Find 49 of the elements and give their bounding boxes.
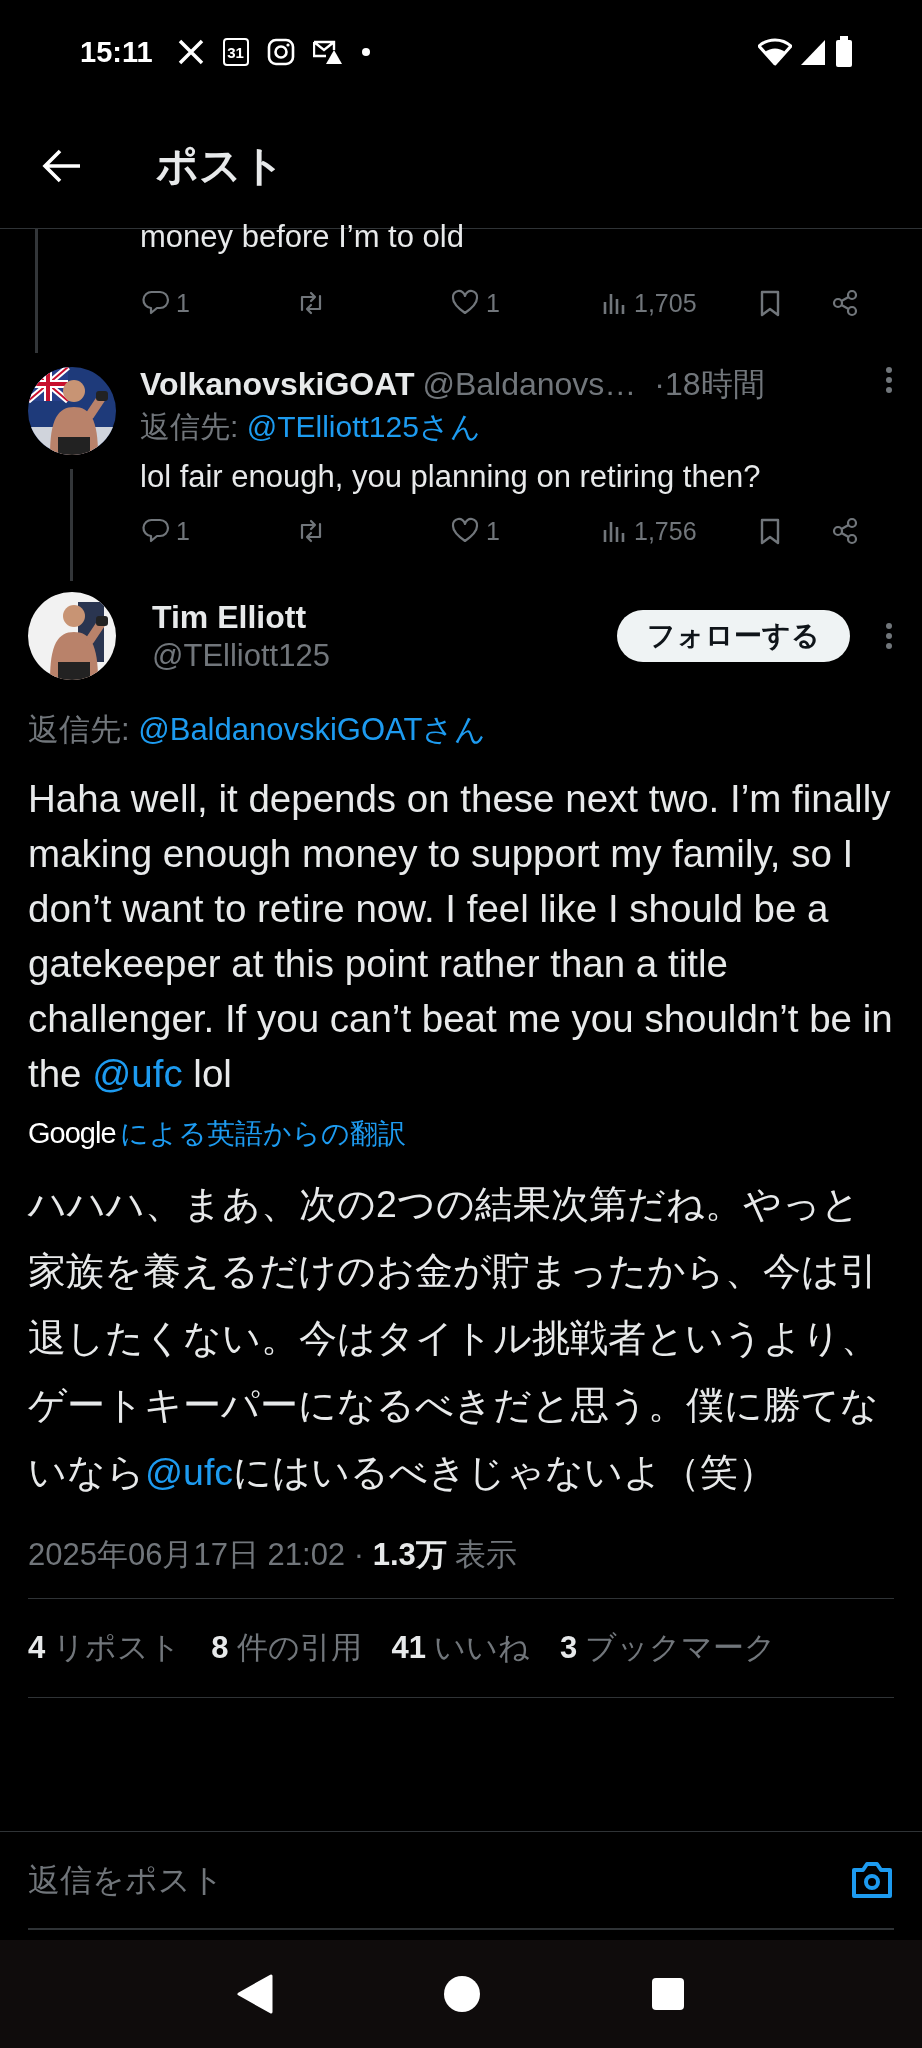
post-time: ·18時間 [654, 365, 765, 404]
calendar-icon: 31 [222, 38, 249, 66]
post-text: Haha well, it depends on these next two. I’m finally making enough money to support my family, so I don’t want to retire now. I feel like I should be a gatekeeper at this point rather than a title challenger. If you can’t beat me you shouldn’t be in the @ufc lol [28, 776, 894, 1097]
mention-link[interactable]: @ufc [92, 1052, 183, 1095]
google-logo: Google [28, 1117, 116, 1150]
post-text: lol fair enough, you planning on retiring then? [140, 458, 762, 496]
stat-link[interactable]: 3 ブックマーク [560, 1627, 777, 1669]
stat-link[interactable]: 8 件の引用 [211, 1627, 362, 1669]
author-handle: @Baldanovs… [422, 366, 637, 403]
reply-count: 1 [176, 288, 190, 318]
more-icon[interactable] [884, 365, 894, 395]
reply-input[interactable]: 返信をポスト [28, 1861, 850, 1899]
author-name[interactable]: VolkanovskiGOAT [140, 366, 415, 403]
share-icon[interactable] [830, 516, 860, 546]
view-count: 1,705 [634, 288, 697, 318]
mention-link[interactable]: @ufc [145, 1451, 234, 1493]
wifi-icon [758, 38, 792, 66]
x-logo-icon [176, 38, 205, 66]
follow-button[interactable]: フォローする [617, 610, 850, 662]
translation-link[interactable]: による英語からの翻訳 [119, 1115, 406, 1153]
camera-icon[interactable] [850, 1860, 894, 1900]
battery-icon [834, 36, 854, 68]
like-count: 1 [486, 288, 500, 318]
back-icon[interactable] [237, 1974, 273, 2014]
translated-text: ハハハ、まあ、次の2つの結果次第だね。やっと家族を養えるだけのお金が貯まったから、今は引退したくない。今はタイトル挑戦者というより、ゲートキーパーになるべきだと思う。僕に勝てないなら@ufcにはいるべきじゃないよ（笑） [28, 1182, 880, 1495]
back-arrow-icon[interactable] [42, 148, 82, 184]
signal-icon [800, 38, 826, 66]
dot-icon [360, 47, 371, 57]
page-title: ポスト [156, 141, 285, 191]
like-count: 1 [486, 516, 500, 546]
author-handle: @TElliott125 [152, 637, 331, 674]
mention-link[interactable]: @TElliott125さん [246, 410, 481, 443]
home-icon[interactable] [443, 1975, 481, 2013]
reply-to-text: 返信先: @TElliott125さん [140, 409, 482, 445]
more-icon[interactable] [884, 621, 894, 651]
share-icon[interactable] [830, 288, 860, 318]
post-date: 2025年06月17日 21:02 · 1.3万 表示 [28, 1534, 894, 1599]
reply-count: 1 [176, 516, 190, 546]
view-count: 1,756 [634, 516, 697, 546]
clock-time: 15:11 [80, 35, 153, 69]
mention-link[interactable]: @BaldanovskiGOATさん [138, 712, 487, 747]
stat-link[interactable]: 41 いいね [391, 1627, 530, 1669]
post-text: money before I’m to old [140, 218, 465, 256]
reply-to-text: 返信先: @BaldanovskiGOATさん [28, 711, 488, 749]
author-name[interactable]: Tim Elliott [152, 598, 617, 636]
camera-icon [266, 38, 295, 66]
recents-icon[interactable] [651, 1977, 685, 2011]
stat-link[interactable]: 4 リポスト [28, 1627, 182, 1669]
mail-warning-icon [312, 39, 343, 65]
